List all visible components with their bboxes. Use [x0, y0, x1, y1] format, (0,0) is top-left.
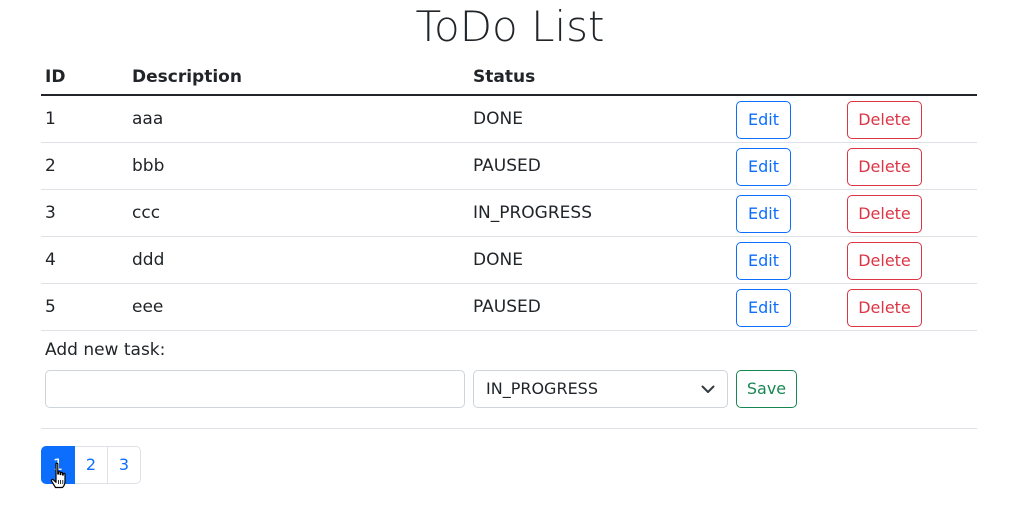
page-link-2[interactable]: 2 — [74, 446, 108, 484]
table-row: 5 eee PAUSED Edit Delete — [41, 284, 977, 331]
add-task-form: Add new task: IN_PROGRESS Save — [41, 331, 977, 429]
task-id: 4 — [45, 250, 56, 270]
task-description: aaa — [132, 109, 164, 129]
delete-button[interactable]: Delete — [847, 289, 922, 327]
page-link-1[interactable]: 1 — [41, 446, 75, 484]
task-description: bbb — [132, 156, 165, 176]
table-header: ID Description Status — [41, 60, 977, 96]
task-id: 3 — [45, 203, 56, 223]
add-task-label: Add new task: — [45, 340, 166, 360]
task-status: IN_PROGRESS — [473, 203, 592, 223]
todo-table: ID Description Status 1 aaa DONE Edit De… — [41, 60, 977, 429]
page-link-3[interactable]: 3 — [107, 446, 141, 484]
page-title: ToDo List — [415, 2, 605, 51]
task-id: 2 — [45, 156, 56, 176]
delete-button[interactable]: Delete — [847, 242, 922, 280]
header-description: Description — [132, 67, 242, 87]
task-status: DONE — [473, 250, 523, 270]
status-select-value: IN_PROGRESS — [486, 379, 598, 398]
delete-button[interactable]: Delete — [847, 148, 922, 186]
task-description: ddd — [132, 250, 165, 270]
table-row: 4 ddd DONE Edit Delete — [41, 237, 977, 284]
task-id: 1 — [45, 109, 56, 129]
edit-button[interactable]: Edit — [736, 242, 791, 280]
save-button[interactable]: Save — [736, 370, 797, 408]
table-row: 1 aaa DONE Edit Delete — [41, 96, 977, 143]
pagination: 1 2 3 — [41, 446, 141, 484]
task-status: PAUSED — [473, 156, 541, 176]
edit-button[interactable]: Edit — [736, 195, 791, 233]
task-description-input[interactable] — [45, 370, 465, 408]
table-row: 3 ccc IN_PROGRESS Edit Delete — [41, 190, 977, 237]
todo-page: ToDo List ID Description Status 1 aaa DO… — [0, 0, 1020, 516]
header-status: Status — [473, 67, 536, 87]
task-description: ccc — [132, 203, 161, 223]
delete-button[interactable]: Delete — [847, 101, 922, 139]
edit-button[interactable]: Edit — [736, 148, 791, 186]
task-status: DONE — [473, 109, 523, 129]
header-id: ID — [45, 67, 66, 87]
task-status: PAUSED — [473, 297, 541, 317]
edit-button[interactable]: Edit — [736, 101, 791, 139]
task-description: eee — [132, 297, 164, 317]
chevron-down-icon — [701, 385, 715, 393]
status-select[interactable]: IN_PROGRESS — [473, 370, 728, 408]
task-id: 5 — [45, 297, 56, 317]
edit-button[interactable]: Edit — [736, 289, 791, 327]
table-row: 2 bbb PAUSED Edit Delete — [41, 143, 977, 190]
delete-button[interactable]: Delete — [847, 195, 922, 233]
